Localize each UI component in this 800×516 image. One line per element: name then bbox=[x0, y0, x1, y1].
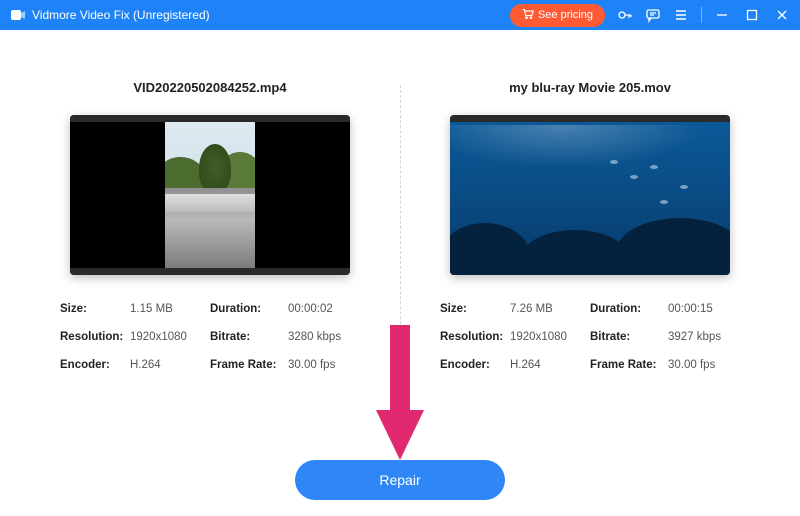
meta-label-encoder: Encoder: bbox=[60, 359, 130, 371]
meta-label-duration: Duration: bbox=[210, 303, 288, 315]
meta-label-bitrate: Bitrate: bbox=[210, 331, 288, 343]
action-bar: Repair bbox=[0, 460, 800, 500]
source-meta: Size: 1.15 MB Duration: 00:00:02 Resolut… bbox=[60, 303, 360, 371]
titlebar: Vidmore Video Fix (Unregistered) See pri… bbox=[0, 0, 800, 30]
close-button[interactable] bbox=[774, 7, 790, 23]
meta-value-resolution: 1920x1080 bbox=[510, 331, 590, 343]
meta-label-duration: Duration: bbox=[590, 303, 668, 315]
meta-value-bitrate: 3280 kbps bbox=[288, 331, 360, 343]
app-title: Vidmore Video Fix (Unregistered) bbox=[32, 8, 210, 22]
meta-label-resolution: Resolution: bbox=[60, 331, 130, 343]
source-video-panel: VID20220502084252.mp4 Size: 1.15 MB Dura… bbox=[60, 80, 360, 460]
window-controls bbox=[714, 7, 790, 23]
titlebar-right: See pricing bbox=[510, 4, 790, 27]
titlebar-left: Vidmore Video Fix (Unregistered) bbox=[10, 7, 210, 23]
see-pricing-label: See pricing bbox=[538, 9, 593, 21]
meta-label-bitrate: Bitrate: bbox=[590, 331, 668, 343]
meta-value-resolution: 1920x1080 bbox=[130, 331, 210, 343]
menu-icon[interactable] bbox=[673, 7, 689, 23]
main-content: VID20220502084252.mp4 Size: 1.15 MB Dura… bbox=[0, 30, 800, 460]
cart-icon bbox=[522, 8, 534, 23]
meta-value-duration: 00:00:02 bbox=[288, 303, 360, 315]
meta-label-size: Size: bbox=[60, 303, 130, 315]
maximize-button[interactable] bbox=[744, 7, 760, 23]
meta-value-encoder: H.264 bbox=[510, 359, 590, 371]
meta-value-duration: 00:00:15 bbox=[668, 303, 740, 315]
key-icon[interactable] bbox=[617, 7, 633, 23]
meta-label-size: Size: bbox=[440, 303, 510, 315]
meta-value-size: 7.26 MB bbox=[510, 303, 590, 315]
meta-label-resolution: Resolution: bbox=[440, 331, 510, 343]
meta-value-framerate: 30.00 fps bbox=[668, 359, 740, 371]
sample-filename: my blu-ray Movie 205.mov bbox=[440, 80, 740, 95]
panel-divider bbox=[400, 85, 401, 425]
see-pricing-button[interactable]: See pricing bbox=[510, 4, 605, 27]
source-thumbnail[interactable] bbox=[70, 115, 350, 275]
meta-label-framerate: Frame Rate: bbox=[590, 359, 668, 371]
sample-video-panel: my blu-ray Movie 205.mov Size: 7.26 MB D… bbox=[440, 80, 740, 460]
app-logo-icon bbox=[10, 7, 26, 23]
feedback-icon[interactable] bbox=[645, 7, 661, 23]
source-filename: VID20220502084252.mp4 bbox=[60, 80, 360, 95]
meta-label-framerate: Frame Rate: bbox=[210, 359, 288, 371]
meta-value-size: 1.15 MB bbox=[130, 303, 210, 315]
repair-button[interactable]: Repair bbox=[295, 460, 505, 500]
sample-thumbnail[interactable] bbox=[450, 115, 730, 275]
minimize-button[interactable] bbox=[714, 7, 730, 23]
sample-meta: Size: 7.26 MB Duration: 00:00:15 Resolut… bbox=[440, 303, 740, 371]
meta-value-bitrate: 3927 kbps bbox=[668, 331, 740, 343]
meta-label-encoder: Encoder: bbox=[440, 359, 510, 371]
meta-value-encoder: H.264 bbox=[130, 359, 210, 371]
meta-value-framerate: 30.00 fps bbox=[288, 359, 360, 371]
titlebar-separator bbox=[701, 7, 702, 23]
